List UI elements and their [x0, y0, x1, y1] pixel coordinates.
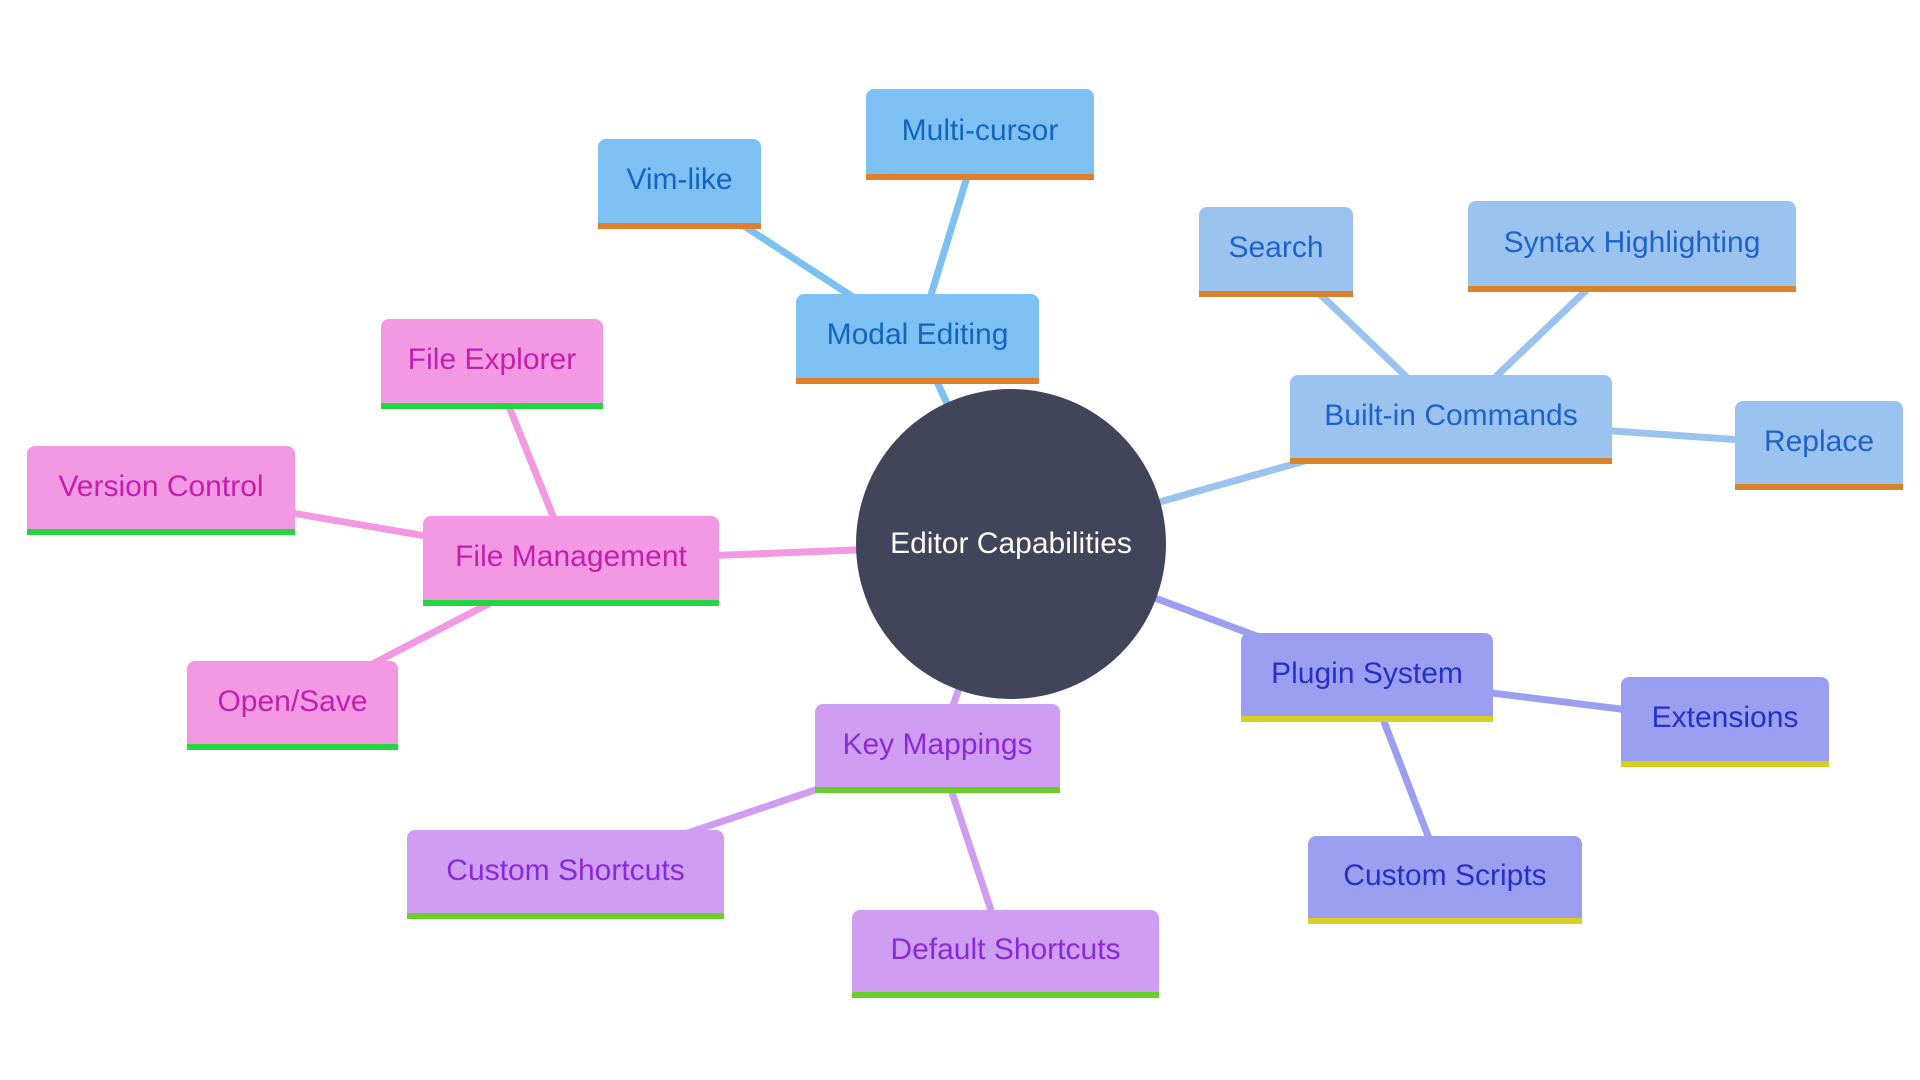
node-vim-like[interactable]: Vim-like	[598, 139, 761, 229]
node-file-management[interactable]: File Management	[423, 516, 719, 606]
node-label: Replace	[1763, 424, 1875, 458]
node-label: Multi-cursor	[901, 113, 1059, 147]
node-plugin-system[interactable]: Plugin System	[1241, 633, 1493, 722]
node-label: Plugin System	[1271, 656, 1463, 690]
root-label: Editor Capabilities	[890, 527, 1132, 560]
node-label: Custom Scripts	[1343, 859, 1547, 892]
node-default-shortcuts[interactable]: Default Shortcuts	[852, 910, 1159, 998]
node-label: Modal Editing	[826, 318, 1009, 351]
node-extensions[interactable]: Extensions	[1621, 677, 1829, 767]
node-label: Version Control	[58, 469, 264, 503]
node-built-in-commands[interactable]: Built-in Commands	[1290, 375, 1612, 464]
node-modal-editing[interactable]: Modal Editing	[796, 294, 1039, 384]
node-version-control[interactable]: Version Control	[27, 446, 295, 535]
node-syntax-highlighting[interactable]: Syntax Highlighting	[1468, 201, 1796, 292]
node-label: Key Mappings	[842, 727, 1033, 761]
node-file-explorer[interactable]: File Explorer	[381, 319, 603, 409]
node-custom-scripts[interactable]: Custom Scripts	[1308, 836, 1582, 924]
root-node[interactable]: Editor Capabilities	[856, 389, 1166, 699]
node-multi-cursor[interactable]: Multi-cursor	[866, 89, 1094, 180]
node-label: Syntax Highlighting	[1503, 225, 1761, 259]
node-label: Custom Shortcuts	[446, 853, 685, 887]
node-label: File Explorer	[407, 343, 577, 376]
node-key-mappings[interactable]: Key Mappings	[815, 704, 1060, 793]
node-search[interactable]: Search	[1199, 207, 1353, 297]
node-label: File Management	[455, 540, 687, 573]
node-open-save[interactable]: Open/Save	[187, 661, 398, 750]
node-label: Extensions	[1651, 701, 1799, 734]
node-label: Built-in Commands	[1324, 398, 1578, 432]
node-custom-shortcuts[interactable]: Custom Shortcuts	[407, 830, 724, 919]
node-replace[interactable]: Replace	[1735, 401, 1903, 490]
node-label: Vim-like	[626, 163, 733, 196]
node-label: Default Shortcuts	[890, 933, 1121, 966]
node-label: Open/Save	[217, 684, 368, 718]
node-label: Search	[1228, 231, 1324, 264]
